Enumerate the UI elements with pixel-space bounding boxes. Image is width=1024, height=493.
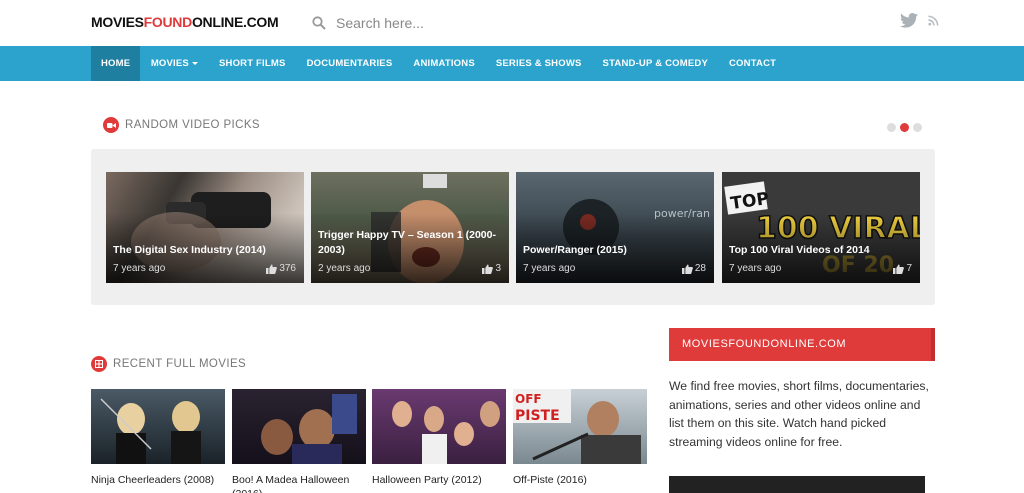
logo-suffix: ONLINE.COM: [191, 14, 279, 30]
thumbs-up-icon: [266, 264, 278, 274]
site-header: MOVIESFOUNDONLINE.COM: [0, 0, 1024, 46]
caret-down-icon: [191, 61, 198, 65]
sidebar-video[interactable]: [669, 476, 925, 493]
video-card[interactable]: power/ran Power/Ranger (2015) 7 years ag…: [516, 172, 714, 283]
svg-text:PISTE: PISTE: [515, 408, 560, 424]
video-card[interactable]: TOP 100 VIRAL OF 20 Top 100 Viral Videos…: [722, 172, 920, 283]
movie-card[interactable]: Halloween Party (2012): [372, 389, 506, 487]
nav-item-standup-comedy[interactable]: STAND-UP & COMEDY: [592, 46, 718, 81]
video-date: 2 years ago: [318, 263, 371, 274]
nav-item-contact[interactable]: CONTACT: [719, 46, 787, 81]
carousel-dot[interactable]: [913, 123, 922, 132]
nav-item-label: SHORT FILMS: [218, 58, 286, 69]
nav-item-label: STAND-UP & COMEDY: [602, 58, 708, 69]
movie-card[interactable]: Ninja Cheerleaders (2008): [91, 389, 225, 487]
video-likes: 7: [893, 263, 912, 274]
video-title[interactable]: Trigger Happy TV – Season 1 (2000-2003): [318, 228, 501, 258]
like-count: 3: [495, 263, 501, 274]
search-bar: [312, 12, 612, 34]
movie-thumbnail[interactable]: [91, 389, 225, 464]
nav-item-home[interactable]: HOME: [91, 46, 141, 81]
nav-item-short-films[interactable]: SHORT FILMS: [208, 46, 296, 81]
movie-title[interactable]: Off-Piste (2016): [513, 473, 647, 487]
nav-item-documentaries[interactable]: DOCUMENTARIES: [296, 46, 403, 81]
nav-item-animations[interactable]: ANIMATIONS: [403, 46, 485, 81]
recent-movies-heading: RECENT FULL MOVIES: [91, 356, 246, 372]
nav-list: HOME MOVIES SHORT FILMS DOCUMENTARIES AN…: [91, 46, 787, 81]
logo-prefix: MOVIES: [91, 14, 144, 30]
thumbs-up-icon: [893, 264, 905, 274]
video-title[interactable]: Power/Ranger (2015): [523, 243, 706, 258]
nav-item-label: HOME: [101, 58, 131, 69]
random-picks-carousel: The Digital Sex Industry (2014) 7 years …: [91, 149, 935, 305]
movie-card[interactable]: OFF PISTE Off-Piste (2016): [513, 389, 647, 487]
video-title[interactable]: The Digital Sex Industry (2014): [113, 243, 296, 258]
sidebar-title: MOVIESFOUNDONLINE.COM: [669, 328, 935, 361]
section-title: RANDOM VIDEO PICKS: [125, 119, 260, 131]
carousel-dot[interactable]: [887, 123, 896, 132]
movie-title[interactable]: Halloween Party (2012): [372, 473, 506, 487]
social-links: [900, 13, 939, 28]
sidebar-description: We find free movies, short films, docume…: [669, 379, 929, 449]
movie-card[interactable]: Boo! A Madea Halloween (2016): [232, 389, 366, 493]
site-logo[interactable]: MOVIESFOUNDONLINE.COM: [91, 14, 279, 30]
like-count: 28: [694, 263, 706, 274]
twitter-icon[interactable]: [900, 13, 918, 28]
video-date: 7 years ago: [523, 263, 576, 274]
thumbs-up-icon: [681, 264, 693, 274]
carousel-dot-active[interactable]: [900, 123, 909, 132]
video-card[interactable]: Trigger Happy TV – Season 1 (2000-2003) …: [311, 172, 509, 283]
like-count: 7: [906, 263, 912, 274]
video-likes: 3: [482, 263, 501, 274]
nav-item-label: DOCUMENTARIES: [306, 58, 393, 69]
movie-title[interactable]: Boo! A Madea Halloween (2016): [232, 473, 366, 493]
video-title[interactable]: Top 100 Viral Videos of 2014: [729, 243, 912, 258]
movie-thumbnail[interactable]: [232, 389, 366, 464]
nav-item-series-shows[interactable]: SERIES & SHOWS: [485, 46, 592, 81]
movie-title[interactable]: Ninja Cheerleaders (2008): [91, 473, 225, 487]
nav-item-label: CONTACT: [729, 58, 777, 69]
movie-thumbnail[interactable]: [372, 389, 506, 464]
logo-accent: FOUND: [143, 14, 193, 30]
rss-icon[interactable]: [928, 15, 939, 26]
nav-item-movies[interactable]: MOVIES: [140, 46, 208, 81]
nav-item-label: ANIMATIONS: [413, 58, 475, 69]
nav-item-label: SERIES & SHOWS: [495, 58, 582, 69]
svg-text:OFF: OFF: [515, 392, 542, 406]
search-icon[interactable]: [312, 16, 326, 30]
video-likes: 28: [681, 263, 706, 274]
video-card[interactable]: The Digital Sex Industry (2014) 7 years …: [106, 172, 304, 283]
movie-thumbnail[interactable]: OFF PISTE: [513, 389, 647, 464]
main-nav: HOME MOVIES SHORT FILMS DOCUMENTARIES AN…: [0, 46, 1024, 81]
film-icon: [91, 356, 107, 372]
like-count: 376: [279, 263, 296, 274]
video-camera-icon: [103, 117, 119, 133]
nav-item-label: MOVIES: [150, 58, 189, 69]
section-title: RECENT FULL MOVIES: [113, 358, 247, 370]
search-input[interactable]: [336, 15, 586, 31]
video-likes: 376: [266, 263, 296, 274]
video-date: 7 years ago: [113, 263, 166, 274]
carousel-dots: [887, 123, 922, 132]
random-picks-heading: RANDOM VIDEO PICKS: [103, 117, 260, 133]
thumbs-up-icon: [482, 264, 494, 274]
video-date: 7 years ago: [729, 263, 782, 274]
